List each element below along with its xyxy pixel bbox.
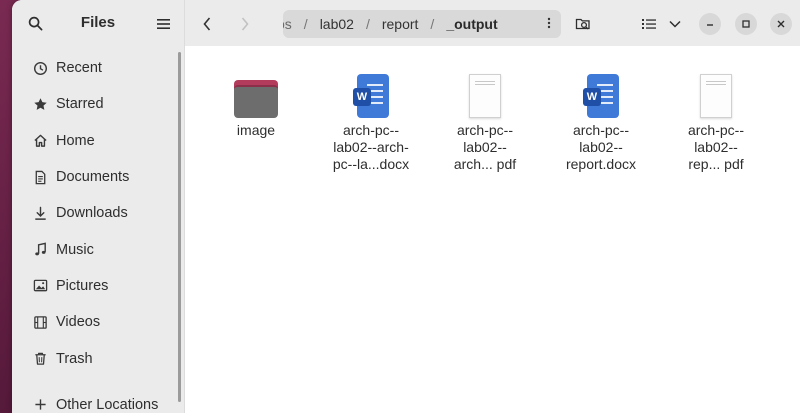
sidebar-header: Files bbox=[12, 0, 184, 46]
app-title: Files bbox=[80, 14, 116, 31]
file-item[interactable]: arch-pc-- lab02-- rep... pdf bbox=[666, 68, 766, 173]
pdf-document-icon bbox=[700, 74, 732, 118]
minimize-icon bbox=[707, 24, 713, 26]
sidebar-item-label: Documents bbox=[56, 169, 130, 186]
sidebar-item-videos[interactable]: Videos bbox=[12, 304, 184, 340]
breadcrumb-separator: / bbox=[430, 16, 435, 32]
file-name: arch-pc-- lab02-- rep... pdf bbox=[687, 122, 744, 172]
file-name: arch-pc-- lab02-- arch... pdf bbox=[453, 122, 517, 172]
music-icon bbox=[32, 242, 48, 258]
hamburger-menu-icon[interactable] bbox=[152, 13, 174, 35]
download-icon bbox=[32, 205, 48, 221]
sidebar-item-starred[interactable]: Starred bbox=[12, 86, 184, 122]
header-bar: os / lab02 / report / _output bbox=[185, 0, 800, 46]
close-icon bbox=[777, 20, 785, 28]
sidebar-item-label: Music bbox=[56, 241, 94, 258]
view-list-button[interactable] bbox=[637, 12, 661, 36]
breadcrumb-item[interactable]: lab02 bbox=[312, 16, 362, 32]
breadcrumb-separator: / bbox=[303, 16, 308, 32]
sidebar-item-label: Starred bbox=[56, 96, 104, 113]
sidebar-item-label: Home bbox=[56, 132, 95, 149]
file-name: arch-pc-- lab02-- report.docx bbox=[565, 122, 637, 172]
breadcrumb-separator: / bbox=[365, 16, 370, 32]
list-view-icon bbox=[642, 19, 656, 29]
sidebar-item-recent[interactable]: Recent bbox=[12, 50, 184, 86]
sidebar-item-label: Trash bbox=[56, 350, 93, 367]
chevron-down-icon bbox=[669, 20, 681, 28]
search-icon[interactable] bbox=[24, 12, 46, 34]
minimize-button[interactable] bbox=[699, 13, 721, 35]
sidebar-places-list: Recent Starred Home Documents Downloads … bbox=[12, 46, 184, 377]
back-button[interactable] bbox=[195, 12, 219, 36]
file-item[interactable]: W arch-pc-- lab02--arch- pc--la...docx bbox=[321, 68, 421, 173]
sidebar-item-label: Videos bbox=[56, 314, 101, 331]
docx-thumbnail: W bbox=[583, 68, 619, 118]
plus-icon bbox=[32, 398, 48, 411]
document-icon bbox=[32, 169, 48, 185]
sidebar-item-downloads[interactable]: Downloads bbox=[12, 195, 184, 231]
sidebar-scrollbar[interactable] bbox=[178, 52, 181, 402]
file-name: arch-pc-- lab02--arch- pc--la...docx bbox=[332, 122, 410, 172]
view-options-button[interactable] bbox=[663, 12, 687, 36]
sidebar-item-label: Downloads bbox=[56, 205, 128, 222]
breadcrumb-current[interactable]: _output bbox=[438, 16, 505, 32]
pdf-document-icon bbox=[469, 74, 501, 118]
file-item[interactable]: W arch-pc-- lab02-- report.docx bbox=[551, 68, 651, 173]
trash-icon bbox=[32, 351, 48, 367]
docx-thumbnail: W bbox=[353, 68, 389, 118]
breadcrumb: os / lab02 / report / _output bbox=[283, 10, 561, 38]
maximize-icon bbox=[742, 20, 750, 28]
sidebar-item-music[interactable]: Music bbox=[12, 231, 184, 267]
close-button[interactable] bbox=[770, 13, 792, 35]
sidebar: Files Recent Starred Home Documents Down… bbox=[12, 0, 185, 413]
sidebar-item-documents[interactable]: Documents bbox=[12, 159, 184, 195]
file-name: image bbox=[236, 122, 276, 138]
word-document-icon: W bbox=[353, 74, 389, 118]
file-item[interactable]: arch-pc-- lab02-- arch... pdf bbox=[435, 68, 535, 173]
folder-thumbnail bbox=[234, 68, 278, 118]
chevron-right-icon bbox=[241, 17, 249, 31]
search-folder-button[interactable] bbox=[571, 12, 595, 36]
clock-icon bbox=[32, 60, 48, 76]
sidebar-item-trash[interactable]: Trash bbox=[12, 340, 184, 376]
forward-button[interactable] bbox=[233, 12, 257, 36]
sidebar-item-other-locations[interactable]: Other Locations bbox=[12, 396, 185, 413]
breadcrumb-item[interactable]: os bbox=[283, 16, 300, 32]
sidebar-item-label: Other Locations bbox=[56, 396, 159, 413]
picture-icon bbox=[32, 278, 48, 294]
star-icon bbox=[32, 96, 48, 112]
sidebar-item-label: Recent bbox=[56, 60, 102, 77]
file-view: image W arch-pc-- lab02--arch- pc--la...… bbox=[185, 46, 800, 413]
video-icon bbox=[32, 314, 48, 330]
pdf-thumbnail bbox=[700, 68, 732, 118]
chevron-left-icon bbox=[203, 17, 211, 31]
word-document-icon: W bbox=[583, 74, 619, 118]
file-item[interactable]: image bbox=[206, 68, 306, 139]
folder-search-icon bbox=[575, 18, 590, 30]
breadcrumb-item[interactable]: report bbox=[374, 16, 427, 32]
sidebar-item-pictures[interactable]: Pictures bbox=[12, 268, 184, 304]
more-options-icon[interactable] bbox=[547, 17, 561, 32]
maximize-button[interactable] bbox=[735, 13, 757, 35]
files-window: Files Recent Starred Home Documents Down… bbox=[12, 0, 800, 413]
folder-icon bbox=[234, 80, 278, 118]
home-icon bbox=[32, 133, 48, 149]
sidebar-item-label: Pictures bbox=[56, 277, 109, 294]
sidebar-item-home[interactable]: Home bbox=[12, 123, 184, 159]
pdf-thumbnail bbox=[469, 68, 501, 118]
